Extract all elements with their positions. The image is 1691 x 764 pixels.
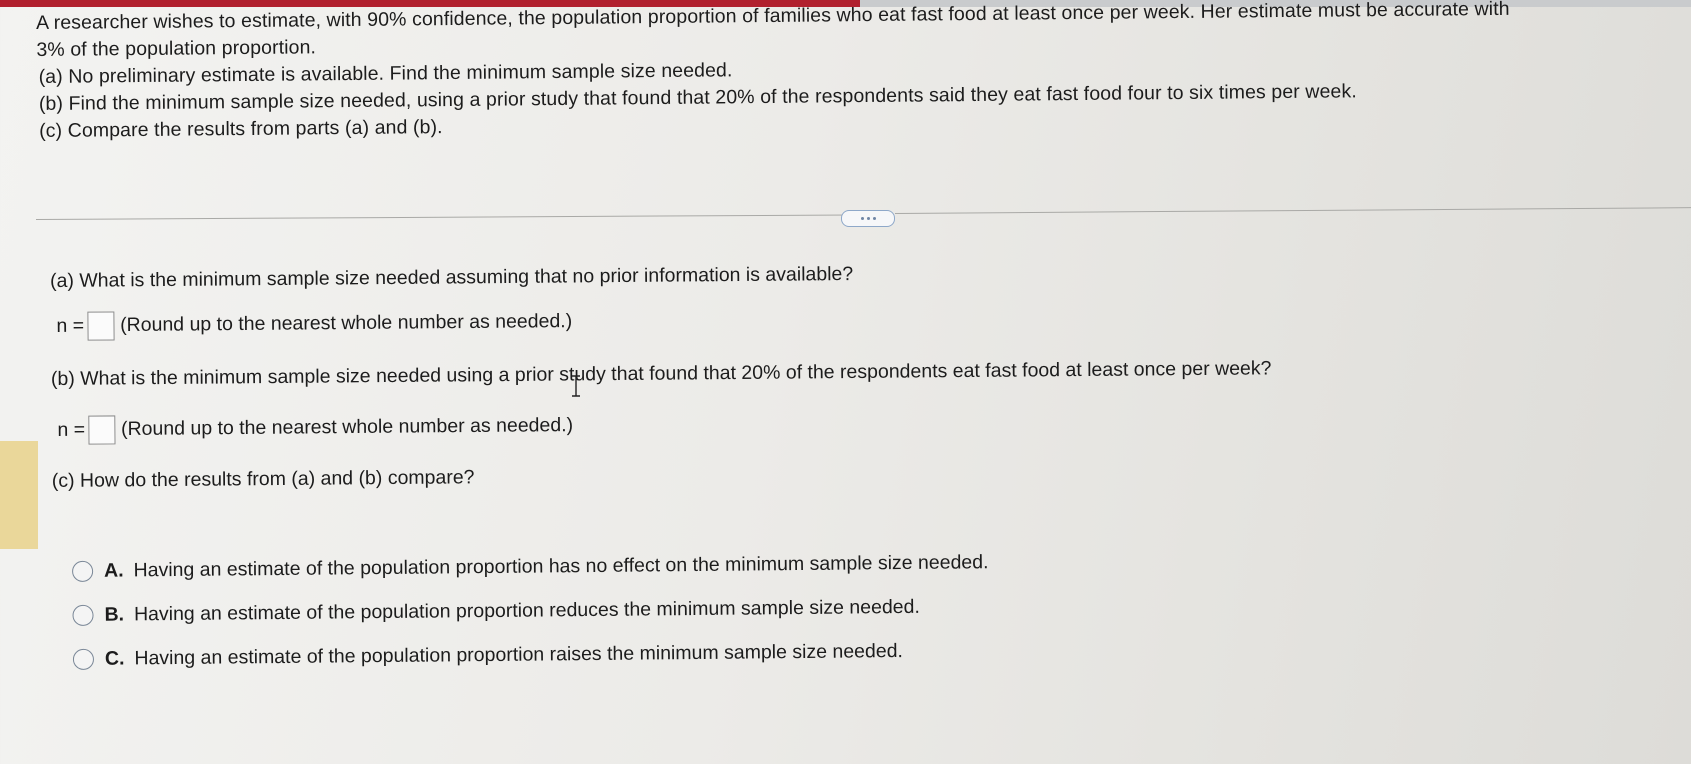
question-a-hint: (Round up to the nearest whole number as… <box>120 310 573 337</box>
active-question-marker <box>0 441 38 549</box>
section-divider-left <box>36 214 851 220</box>
choice-c-letter: C. <box>104 647 125 670</box>
section-divider-right <box>895 207 1691 214</box>
question-a-prompt: (a) What is the minimum sample size need… <box>50 262 854 292</box>
radio-button-icon[interactable] <box>72 604 94 626</box>
questions-panel: (a) What is the minimum sample size need… <box>50 256 1650 492</box>
choice-b-text: Having an estimate of the population pro… <box>133 595 920 626</box>
question-b-prompt: (b) What is the minimum sample size need… <box>50 357 1272 390</box>
question-b-hint: (Round up to the nearest whole number as… <box>120 414 574 441</box>
choice-a-text: Having an estimate of the population pro… <box>133 551 989 582</box>
radio-button-icon[interactable] <box>72 560 94 582</box>
choice-b-letter: B. <box>104 603 125 626</box>
question-a-n-label: n = <box>56 314 85 337</box>
question-b-n-label: n = <box>57 418 86 441</box>
choice-a[interactable]: A. Having an estimate of the population … <box>72 551 989 583</box>
problem-statement: A researcher wishes to estimate, with 90… <box>36 0 1691 145</box>
choice-c[interactable]: C. Having an estimate of the population … <box>72 640 904 671</box>
question-a-answer-row: n = (Round up to the nearest whole number… <box>50 307 572 341</box>
radio-button-icon[interactable] <box>72 648 95 670</box>
ellipsis-icon[interactable] <box>841 210 895 227</box>
choice-b[interactable]: B. Having an estimate of the population … <box>72 596 920 627</box>
question-c-prompt: (c) How do the results from (a) and (b) … <box>51 466 475 492</box>
choice-a-letter: A. <box>103 559 124 582</box>
choice-c-text: Having an estimate of the population pro… <box>134 640 904 670</box>
text-cursor-icon <box>572 375 580 397</box>
question-b-answer-row: n = (Round up to the nearest whole number… <box>51 411 573 445</box>
question-a-answer-input[interactable] <box>87 311 115 341</box>
question-b-answer-input[interactable] <box>87 415 116 445</box>
